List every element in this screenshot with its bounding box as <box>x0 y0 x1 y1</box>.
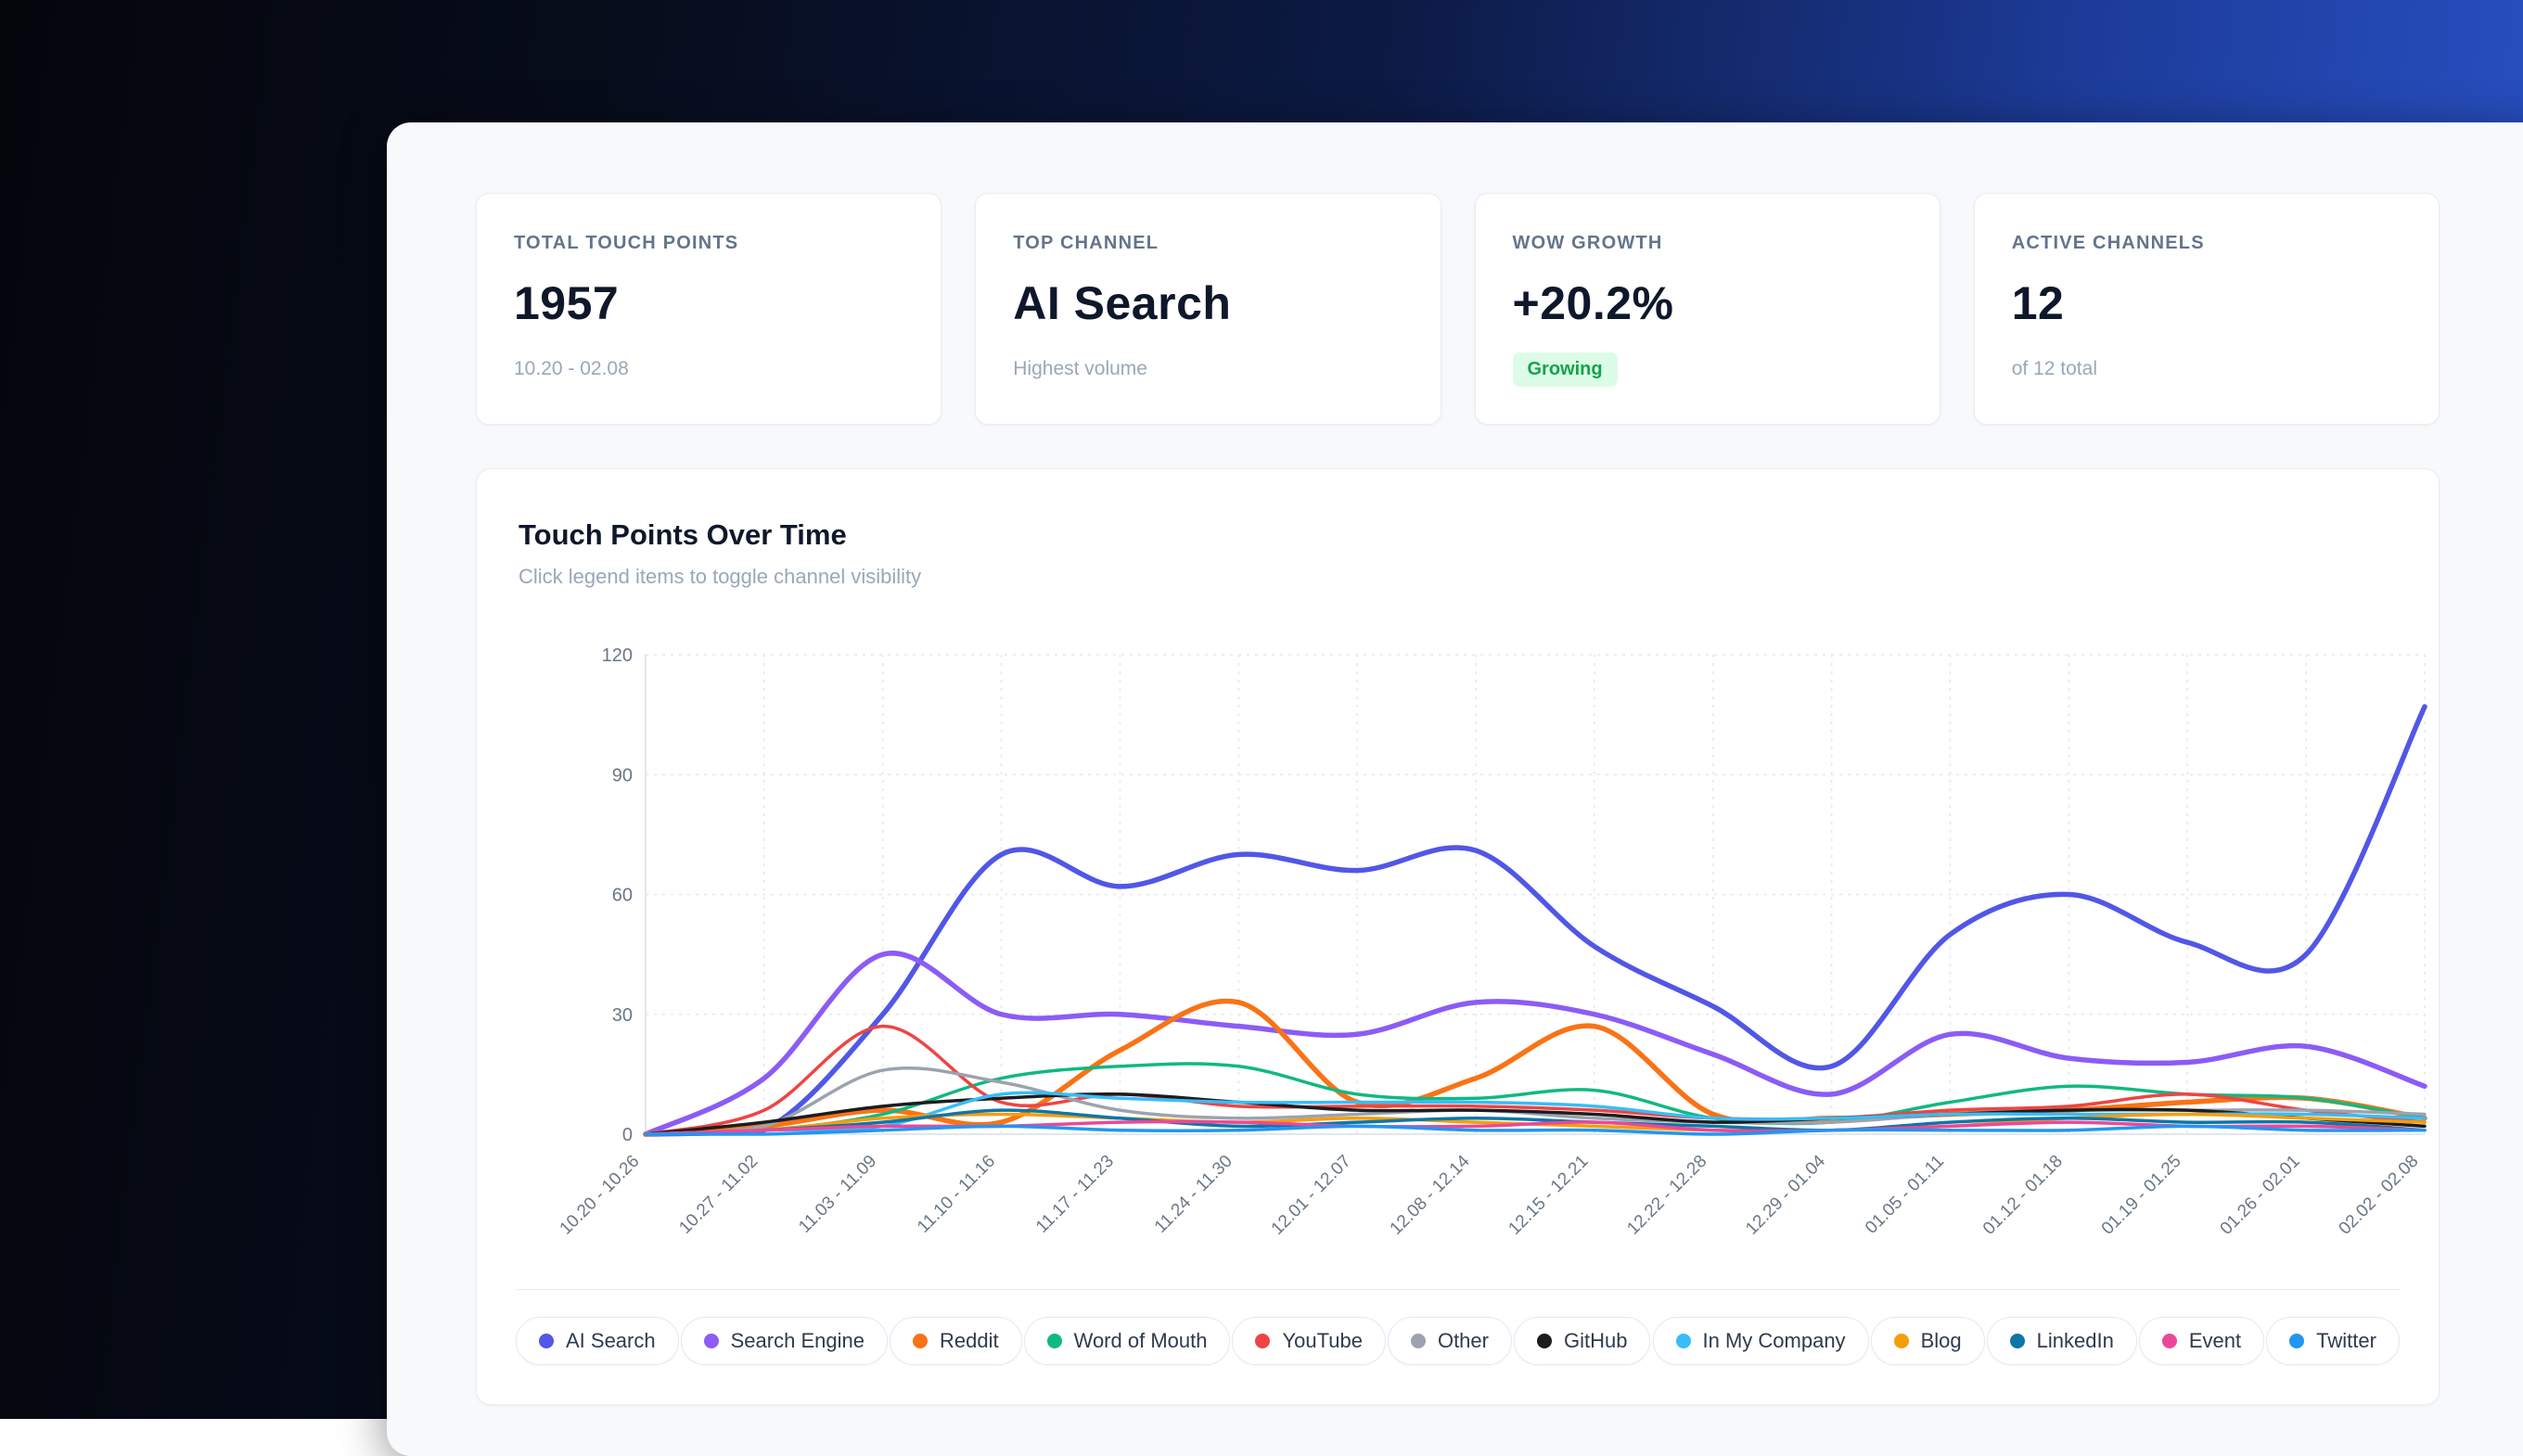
stat-label: TOTAL TOUCH POINTS <box>514 233 903 254</box>
y-axis-tick-label: 90 <box>612 765 633 785</box>
other-color-dot-icon <box>1411 1334 1426 1348</box>
x-axis-tick-label: 01.19 - 01.25 <box>2098 1152 2185 1239</box>
stat-subtext: 10.20 - 02.08 <box>514 358 903 380</box>
legend-pill-search-engine[interactable]: Search Engine <box>681 1317 888 1365</box>
legend-pill-linkedin[interactable]: LinkedIn <box>1987 1317 2137 1365</box>
legend-pill-github[interactable]: GitHub <box>1514 1317 1650 1365</box>
legend-label: In My Company <box>1703 1329 1846 1353</box>
legend-pill-ai-search[interactable]: AI Search <box>516 1317 679 1365</box>
legend-label: AI Search <box>566 1329 656 1353</box>
x-axis-tick-label: 01.12 - 01.18 <box>1979 1152 2067 1239</box>
blog-color-dot-icon <box>1894 1334 1909 1348</box>
legend-pill-in-my-company[interactable]: In My Company <box>1653 1317 1869 1365</box>
stat-card-active-channels: ACTIVE CHANNELS 12 of 12 total <box>1974 193 2440 425</box>
x-axis-tick-label: 12.01 - 12.07 <box>1268 1152 1355 1239</box>
series-line-twitter <box>646 1126 2425 1134</box>
legend-pill-twitter[interactable]: Twitter <box>2266 1317 2400 1365</box>
legend-pill-reddit[interactable]: Reddit <box>890 1317 1022 1365</box>
stat-label: ACTIVE CHANNELS <box>2012 233 2401 254</box>
chart-title: Touch Points Over Time <box>519 518 847 552</box>
legend-label: Twitter <box>2316 1329 2376 1353</box>
x-axis-tick-label: 11.03 - 11.09 <box>795 1152 880 1237</box>
x-axis-tick-label: 01.26 - 02.01 <box>2217 1152 2304 1239</box>
legend-pill-word-of-mouth[interactable]: Word of Mouth <box>1024 1317 1231 1365</box>
x-axis-tick-label: 11.24 - 11.30 <box>1151 1152 1236 1237</box>
stat-value: +20.2% <box>1513 276 1902 330</box>
youtube-color-dot-icon <box>1255 1334 1270 1348</box>
stat-value: AI Search <box>1013 276 1402 330</box>
stat-label: TOP CHANNEL <box>1013 233 1402 254</box>
x-axis-tick-label: 11.17 - 11.23 <box>1032 1152 1118 1237</box>
stat-label: WOW GROWTH <box>1513 233 1902 254</box>
chart-legend: AI Search Search Engine Reddit Word of Mout… <box>516 1317 2400 1365</box>
in-my-company-color-dot-icon <box>1676 1334 1691 1348</box>
stat-card-total-touch-points: TOTAL TOUCH POINTS 1957 10.20 - 02.08 <box>476 193 941 425</box>
stat-subtext: Highest volume <box>1013 358 1402 380</box>
x-axis-tick-label: 11.10 - 11.16 <box>914 1152 999 1237</box>
stats-row: TOTAL TOUCH POINTS 1957 10.20 - 02.08 TO… <box>476 193 2440 425</box>
x-axis-tick-label: 10.27 - 11.02 <box>675 1152 762 1238</box>
legend-label: Blog <box>1921 1329 1962 1353</box>
y-axis-tick-label: 60 <box>612 886 633 906</box>
touch-points-chart-card: Touch Points Over Time Click legend item… <box>476 468 2440 1405</box>
stat-value: 1957 <box>514 276 903 330</box>
ai-search-color-dot-icon <box>539 1334 554 1348</box>
legend-label: Event <box>2189 1329 2241 1353</box>
twitter-color-dot-icon <box>2289 1334 2304 1348</box>
reddit-color-dot-icon <box>913 1334 928 1348</box>
legend-label: GitHub <box>1564 1329 1627 1353</box>
event-color-dot-icon <box>2162 1334 2177 1348</box>
x-axis-tick-label: 12.22 - 12.28 <box>1623 1152 1710 1239</box>
linkedin-color-dot-icon <box>2010 1334 2025 1348</box>
search-engine-color-dot-icon <box>704 1334 719 1348</box>
x-axis-tick-label: 01.05 - 01.11 <box>1862 1152 1948 1238</box>
legend-pill-blog[interactable]: Blog <box>1871 1317 1985 1365</box>
x-axis-tick-label: 02.02 - 02.08 <box>2336 1152 2423 1239</box>
stat-card-wow-growth: WOW GROWTH +20.2% Growing <box>1475 193 1940 425</box>
x-axis-tick-label: 10.20 - 10.26 <box>557 1152 644 1239</box>
stat-subtext: of 12 total <box>2012 358 2401 380</box>
legend-label: Reddit <box>940 1329 999 1353</box>
legend-label: LinkedIn <box>2037 1329 2114 1353</box>
growing-status-badge: Growing <box>1513 352 1618 387</box>
series-line-ai-search <box>646 707 2425 1134</box>
legend-label: Other <box>1438 1329 1489 1353</box>
dashboard-panel: TOTAL TOUCH POINTS 1957 10.20 - 02.08 TO… <box>387 122 2523 1456</box>
x-axis-tick-label: 12.29 - 01.04 <box>1742 1151 1829 1238</box>
x-axis-tick-label: 12.15 - 12.21 <box>1505 1152 1592 1239</box>
legend-divider <box>516 1289 2400 1290</box>
y-axis-tick-label: 0 <box>622 1125 633 1145</box>
y-axis-tick-label: 120 <box>602 645 633 666</box>
dashboard-content: TOTAL TOUCH POINTS 1957 10.20 - 02.08 TO… <box>476 193 2440 1405</box>
legend-pill-youtube[interactable]: YouTube <box>1232 1317 1385 1365</box>
stat-card-top-channel: TOP CHANNEL AI Search Highest volume <box>975 193 1441 425</box>
y-axis-tick-label: 30 <box>612 1005 633 1026</box>
github-color-dot-icon <box>1537 1334 1552 1348</box>
line-chart-plot-area: 10.20 - 10.26 10.27 - 11.02 11.03 - 11.09 1… <box>477 636 2517 1267</box>
x-axis-tick-label: 12.08 - 12.14 <box>1387 1151 1474 1238</box>
legend-label: Search Engine <box>731 1329 864 1353</box>
legend-pill-event[interactable]: Event <box>2139 1317 2264 1365</box>
legend-label: Word of Mouth <box>1074 1329 1208 1353</box>
legend-label: YouTube <box>1282 1329 1362 1353</box>
stat-value: 12 <box>2012 276 2401 330</box>
legend-pill-other[interactable]: Other <box>1388 1317 1512 1365</box>
chart-subtitle: Click legend items to toggle channel vis… <box>519 565 921 589</box>
word-of-mouth-color-dot-icon <box>1047 1334 1062 1348</box>
